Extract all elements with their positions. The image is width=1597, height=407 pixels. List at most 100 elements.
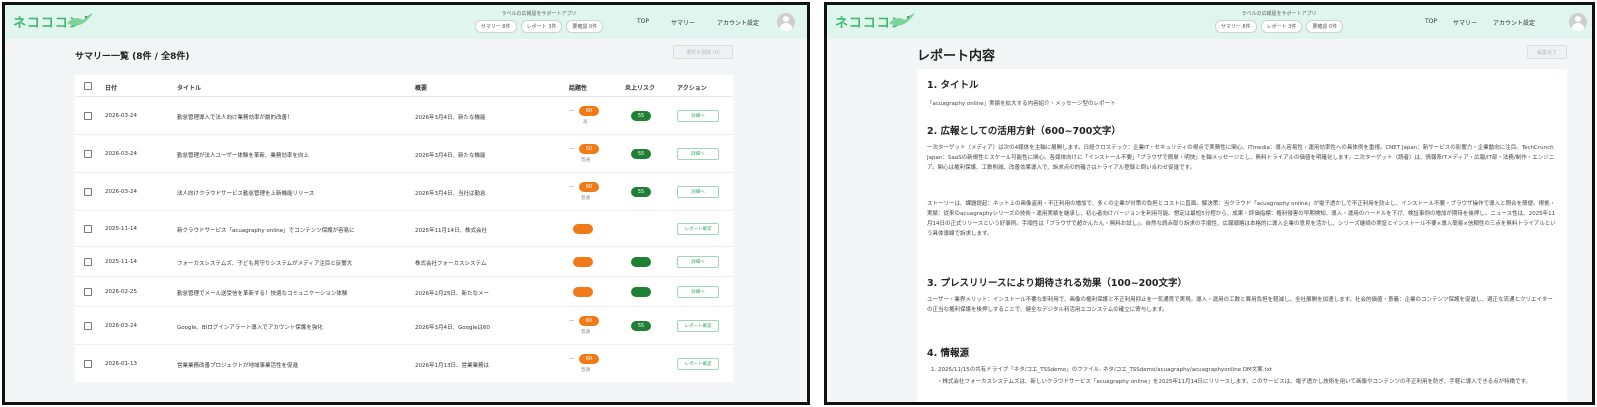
nav-summary[interactable]: サマリー: [671, 18, 695, 27]
col-topic[interactable]: 話題性: [569, 83, 587, 92]
table-row[interactable]: 2026-02-25 勤怠管理でメール送受信を革新する！快適なコミュニケーション…: [75, 277, 733, 307]
nav-top[interactable]: TOP: [637, 18, 649, 27]
row-title[interactable]: 営業業務改善プロジェクトが地域事業活性を促進: [177, 361, 402, 369]
edit-done-button[interactable]: 編集完了: [1527, 45, 1567, 59]
section-text: ユーザー・業界メリット：インストール不要な即利用で、画像の権利保護と不正利用抑止…: [927, 297, 1553, 313]
row-date: 2026-03-24: [105, 151, 137, 157]
table-row[interactable]: 2026-03-24 法人向けクラウドサービス勤怠管理を上新機能リリース 202…: [75, 173, 733, 211]
pill-report[interactable]: レポート 3件: [520, 20, 563, 33]
pill-summary[interactable]: サマリー 8件: [474, 20, 517, 33]
user-avatar-icon[interactable]: [1569, 13, 1587, 31]
row-checkbox[interactable]: [84, 258, 92, 266]
col-action[interactable]: アクション: [677, 83, 707, 92]
bird-logo-icon: [67, 13, 93, 26]
topic-level: 普通: [581, 196, 590, 201]
risk-badge: 55: [631, 187, 651, 197]
table-row[interactable]: 2025-11-14 フォーカスシステムズ、子ども見守りシステムがメディア注目と…: [75, 247, 733, 277]
row-title[interactable]: 勤怠管理でメール送受信を革新する！快適なコミュニケーション体験: [177, 289, 402, 297]
row-title[interactable]: 法人向けクラウドサービス勤怠管理を上新機能リリース: [177, 189, 402, 197]
bulk-delete-button[interactable]: 選択を削除 (0): [673, 45, 733, 59]
app-header: ネコココン ラベルの広報屋をサポートアプリ サマリー 8件 レポート 3件 要確…: [5, 5, 807, 39]
table-header: 日付 タイトル 概要 話題性 炎上リスク アクション: [75, 75, 733, 97]
topic-badge: 60: [579, 106, 599, 116]
page-title: レポート内容: [917, 49, 996, 64]
report-button[interactable]: レポート確認: [677, 223, 719, 235]
report-detail-screen: ネコココン ラベルの広報屋をサポートアプリ サマリー 8件 レポート 3件 要確…: [824, 2, 1595, 405]
risk-badge: [631, 287, 651, 297]
row-checkbox[interactable]: [84, 360, 92, 368]
row-summary: 株式会社フォーカスシステム: [415, 261, 487, 267]
pill-report[interactable]: レポート 3件: [1260, 20, 1303, 33]
report-button[interactable]: レポート確認: [677, 358, 719, 370]
detail-button[interactable]: 詳細へ: [677, 256, 719, 268]
report-body: 1. タイトル 「acuagraphy online」実績を拡大する内容紹介・メ…: [917, 69, 1567, 402]
row-title[interactable]: 勤怠管理導入で法人向け業務効率が劇的改善！: [177, 113, 402, 121]
row-date: 2025-11-14: [105, 226, 137, 232]
promo-block: ラベルの広報屋をサポートアプリ サマリー 8件 レポート 3件 要確認 0件: [1209, 11, 1349, 33]
source-detail: ・株式会社フォーカスシステムズは、新しいクラウドサービス「acuagraphy …: [937, 379, 1532, 385]
promo-title: ラベルの広報屋をサポートアプリ: [1241, 11, 1317, 17]
top-nav: TOP サマリー アカウント設定: [1425, 18, 1535, 27]
row-checkbox[interactable]: [84, 322, 92, 330]
row-checkbox[interactable]: [84, 288, 92, 296]
row-date: 2026-03-24: [105, 323, 137, 329]
nav-account[interactable]: アカウント設定: [1493, 18, 1535, 27]
detail-button[interactable]: 詳細へ: [677, 148, 719, 160]
col-title[interactable]: タイトル: [177, 83, 201, 92]
col-risk[interactable]: 炎上リスク: [625, 83, 655, 92]
row-checkbox[interactable]: [84, 150, 92, 158]
row-summary: 2025年11月14日、株式会社: [415, 228, 487, 234]
row-date: 2026-03-24: [105, 189, 137, 195]
detail-button[interactable]: 詳細へ: [677, 186, 719, 198]
detail-button[interactable]: 詳細へ: [677, 110, 719, 122]
row-date: 2025-11-14: [105, 259, 137, 265]
risk-badge: [631, 257, 651, 267]
row-summary: 2026年1月13日、営業業務は: [415, 363, 489, 369]
row-title[interactable]: Google、BIログインアラート導入でアカウント保護を強化: [177, 323, 402, 331]
page-title: サマリー一覧 (8件 / 全8件): [75, 52, 190, 62]
section-text: ストーリーは、課題提起：ネット上の画像盗用・不正利用の増加で、多くの企業が対策の…: [927, 201, 1556, 237]
detail-button[interactable]: 詳細へ: [677, 286, 719, 298]
table-row[interactable]: 2026-03-24 Google、BIログインアラート導入でアカウント保護を強…: [75, 307, 733, 345]
col-date[interactable]: 日付: [105, 83, 117, 92]
row-summary: 2026年3月4日、新たな機能: [415, 115, 486, 121]
row-summary: 2026年3月4日、当社は勤怠: [415, 191, 486, 197]
user-avatar-icon[interactable]: [777, 13, 795, 31]
table-row[interactable]: 2026-03-24 勤怠管理が法人ユーザー体験を革新、業務効率を向上 2026…: [75, 135, 733, 173]
nav-top[interactable]: TOP: [1425, 18, 1437, 27]
select-all-checkbox[interactable]: [84, 82, 92, 90]
nav-summary[interactable]: サマリー: [1453, 18, 1477, 27]
topic-level: 普通: [581, 330, 590, 335]
topic-level: 普通: [581, 158, 590, 163]
row-checkbox[interactable]: [84, 188, 92, 196]
row-title[interactable]: 勤怠管理が法人ユーザー体験を革新、業務効率を向上: [177, 151, 402, 159]
topic-level: 普通: [581, 368, 590, 373]
table-row[interactable]: 2026-01-13 営業業務改善プロジェクトが地域事業活性を促進 2026年1…: [75, 345, 733, 382]
row-checkbox[interactable]: [84, 112, 92, 120]
topic-badge: 60: [579, 354, 599, 364]
bird-logo-icon: [889, 13, 915, 26]
top-nav: TOP サマリー アカウント設定: [637, 18, 759, 27]
row-summary: 2026年3月4日、Googleは60: [415, 325, 490, 331]
pill-review[interactable]: 要確認 0件: [1306, 20, 1344, 33]
section-heading: 1. タイトル: [927, 80, 979, 91]
summary-list-screen: ネコココン ラベルの広報屋をサポートアプリ サマリー 8件 レポート 3件 要確…: [2, 2, 810, 405]
topic-badge: 60: [579, 316, 599, 326]
app-header: ネコココン ラベルの広報屋をサポートアプリ サマリー 8件 レポート 3件 要確…: [827, 5, 1592, 39]
col-summary[interactable]: 概要: [415, 83, 427, 92]
row-title[interactable]: 新クラウドサービス「acuagraphy online」でコンテンツ保護が容易に: [177, 226, 402, 234]
table-row[interactable]: 2025-11-14 新クラウドサービス「acuagraphy online」で…: [75, 211, 733, 247]
report-button[interactable]: レポート確認: [677, 320, 719, 332]
pill-review[interactable]: 要確認 0件: [566, 20, 604, 33]
section-heading: 4. 情報源: [927, 348, 970, 359]
row-title[interactable]: フォーカスシステムズ、子ども見守りシステムがメディア注目と反響大: [177, 259, 402, 267]
summary-table: 日付 タイトル 概要 話題性 炎上リスク アクション 2026-03-24 勤怠…: [75, 75, 733, 382]
risk-badge: 55: [631, 111, 651, 121]
pill-summary[interactable]: サマリー 8件: [1214, 20, 1257, 33]
row-summary: 2026年2月25日、新たなメー: [415, 291, 489, 297]
row-checkbox[interactable]: [84, 225, 92, 233]
row-date: 2026-01-13: [105, 361, 137, 367]
promo-block: ラベルの広報屋をサポートアプリ サマリー 8件 レポート 3件 要確認 0件: [469, 11, 609, 33]
table-row[interactable]: 2026-03-24 勤怠管理導入で法人向け業務効率が劇的改善！ 2026年3月…: [75, 97, 733, 135]
nav-account[interactable]: アカウント設定: [717, 18, 759, 27]
